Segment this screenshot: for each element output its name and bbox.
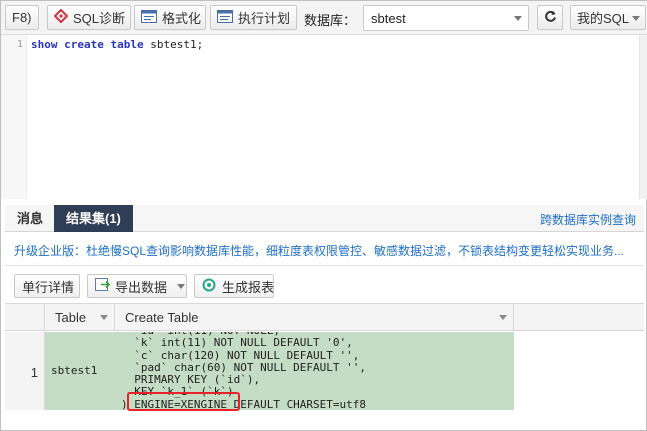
database-select[interactable]: sbtest — [363, 5, 529, 31]
toolbar: F8) SQL诊断 格式化 执行计划 数据库： sbtest 我的SQL — [1, 1, 647, 35]
line-number: 1 — [16, 39, 23, 50]
grid-header: Table Create Table — [5, 304, 644, 331]
my-sql-dropdown[interactable]: 我的SQL — [570, 5, 646, 30]
column-header-table[interactable]: Table — [45, 304, 115, 331]
sql-table-name: sbtest1; — [143, 38, 204, 51]
export-data-label: 导出数据 — [115, 279, 168, 295]
column-header-create-table[interactable]: Create Table — [115, 304, 514, 331]
tab-messages[interactable]: 消息 — [5, 205, 55, 232]
refresh-icon — [544, 10, 557, 26]
sql-editor[interactable]: 1 show create table sbtest1; — [1, 35, 647, 199]
column-header-label: Create Table — [125, 310, 199, 325]
sql-keyword: table — [110, 38, 144, 51]
export-data-button[interactable]: 导出数据 — [87, 274, 187, 298]
chevron-down-icon — [514, 16, 522, 21]
plan-icon — [217, 9, 233, 26]
row-number-header — [5, 304, 45, 331]
result-tabs: 消息 结果集(1) 跨数据库实例查询 — [5, 205, 644, 232]
engine-highlight-box — [127, 392, 240, 411]
chevron-down-icon[interactable] — [100, 315, 108, 320]
database-select-value: sbtest — [371, 11, 406, 26]
app-frame: F8) SQL诊断 格式化 执行计划 数据库： sbtest 我的SQL 1 s… — [0, 0, 647, 431]
row-number-cell: 1 — [5, 332, 45, 410]
run-shortcut-label: F8) — [12, 10, 32, 25]
my-sql-label: 我的SQL — [577, 11, 630, 26]
tab-results[interactable]: 结果集(1) — [54, 205, 133, 232]
refresh-button[interactable] — [537, 5, 563, 30]
diagnose-icon — [53, 8, 69, 26]
format-icon — [141, 9, 157, 26]
sql-diagnose-label: SQL诊断 — [73, 11, 126, 26]
editor-scrollbar[interactable] — [639, 35, 647, 199]
table-name-cell[interactable]: sbtest1 — [51, 364, 97, 377]
chevron-down-icon[interactable] — [499, 315, 507, 320]
cross-db-query-link[interactable]: 跨数据库实例查询 — [540, 211, 636, 228]
row-detail-label: 单行详情 — [22, 279, 75, 295]
chevron-down-icon — [177, 283, 186, 289]
generate-report-button[interactable]: 生成报表 — [194, 274, 274, 298]
editor-gutter: 1 — [1, 35, 27, 199]
database-label: 数据库： — [304, 13, 357, 28]
execution-plan-button[interactable]: 执行计划 — [210, 5, 297, 30]
report-icon — [202, 278, 216, 295]
column-header-label: Table — [55, 310, 87, 325]
run-shortcut-button[interactable]: F8) — [5, 5, 39, 30]
sql-keyword: create — [64, 38, 104, 51]
format-label: 格式化 — [162, 11, 202, 26]
divider — [5, 265, 644, 266]
generate-report-label: 生成报表 — [222, 279, 275, 295]
upgrade-banner-link[interactable]: 升级企业版：杜绝慢SQL查询影响数据库性能，细粒度表权限管控、敏感数据过滤，不锁… — [14, 242, 636, 259]
chevron-down-icon — [632, 16, 640, 21]
sql-diagnose-button[interactable]: SQL诊断 — [47, 5, 131, 30]
execution-plan-label: 执行计划 — [238, 11, 291, 26]
row-number: 1 — [30, 365, 38, 380]
sql-code-line[interactable]: show create table sbtest1; — [31, 38, 203, 51]
export-icon — [95, 278, 111, 294]
sql-keyword: show — [31, 38, 58, 51]
result-grid: Table Create Table 1 sbtest1 `id` int(11… — [5, 303, 644, 423]
row-detail-button[interactable]: 单行详情 — [14, 274, 80, 298]
format-button[interactable]: 格式化 — [134, 5, 206, 30]
